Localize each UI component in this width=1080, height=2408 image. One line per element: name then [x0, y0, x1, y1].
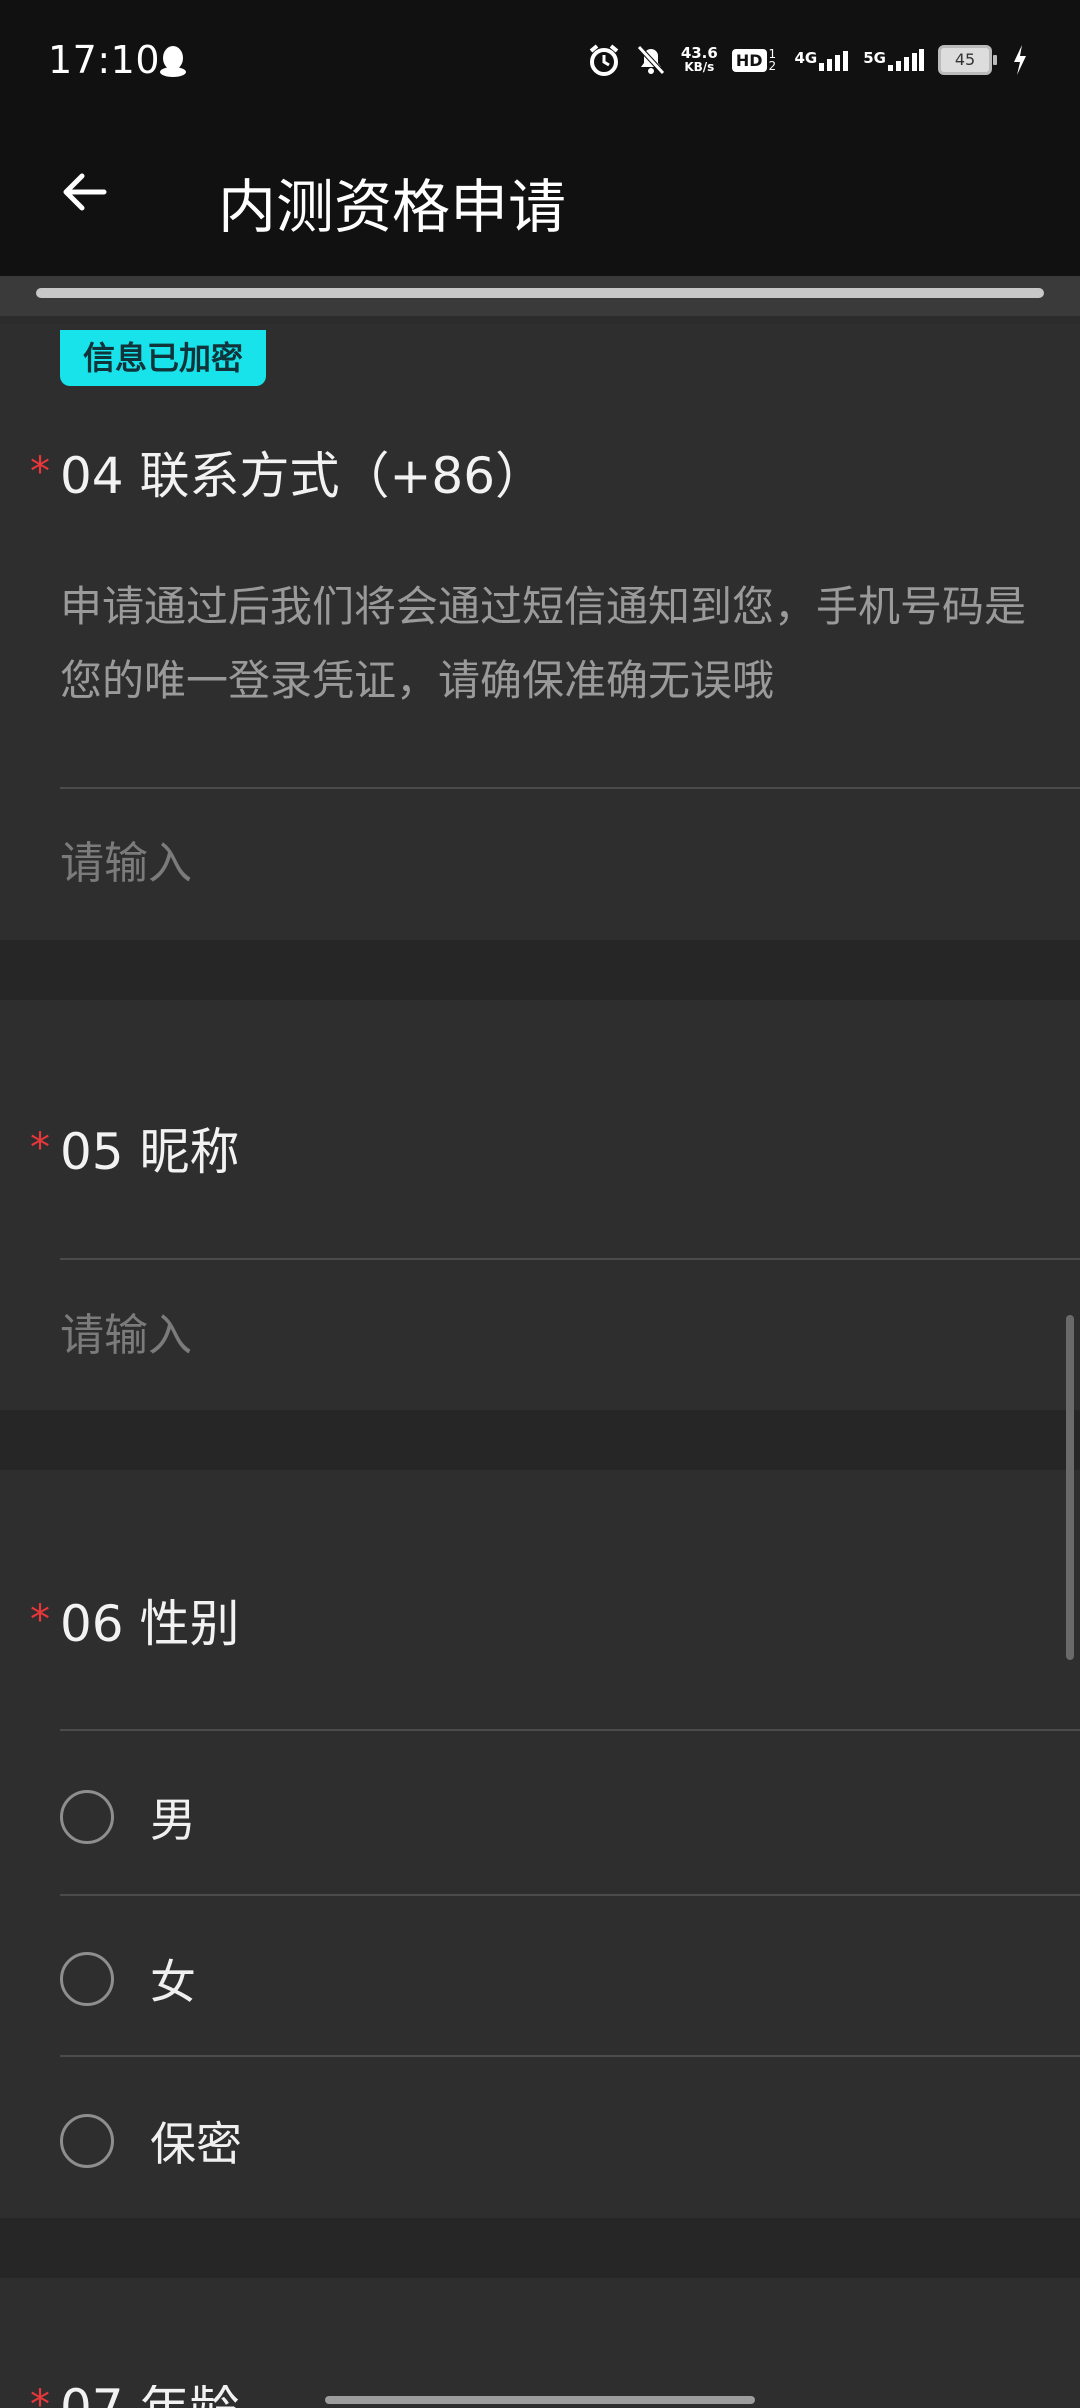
nickname-question: * 05 昵称 [20, 1112, 240, 1184]
radio-button[interactable] [60, 2114, 114, 2168]
option-label: 男 [150, 1793, 196, 1847]
bell-off-icon [636, 45, 665, 75]
radio-button[interactable] [60, 1952, 114, 2006]
section-gap [0, 940, 1080, 1000]
required-mark: * [30, 1597, 50, 1643]
qq-penguin-icon [160, 46, 186, 77]
app-bar: 内测资格申请 [0, 108, 1080, 276]
required-mark: * [30, 1125, 50, 1171]
scrollbar-thumb[interactable] [1066, 1315, 1074, 1660]
lightning-icon [1014, 45, 1026, 75]
contact-title: 04 联系方式（+86） [60, 447, 546, 505]
age-question: * 07 年龄 [20, 2385, 240, 2408]
section-gap [0, 2218, 1080, 2278]
phone-input[interactable] [60, 818, 1040, 908]
required-mark: * [30, 449, 50, 495]
divider [60, 1894, 1080, 1896]
encrypted-badge: 信息已加密 [60, 330, 266, 386]
divider [60, 787, 1080, 789]
status-icons: 43.6 KB/s HD 1 2 4G 5G 45 [587, 40, 1028, 80]
hd-badge: HD 1 2 [731, 48, 781, 72]
signal-5g: 5G [863, 49, 924, 71]
age-title: 07 年龄 [60, 2385, 240, 2408]
divider [60, 1729, 1080, 1731]
network-speed: 43.6 KB/s [680, 44, 718, 75]
home-indicator[interactable] [325, 2396, 755, 2404]
progress-track [0, 276, 1080, 316]
divider [60, 2055, 1080, 2057]
gender-option-male[interactable]: 男 [60, 1784, 196, 1850]
section-gap [0, 1410, 1080, 1470]
status-time: 17:10 [48, 38, 161, 82]
option-label: 保密 [150, 2117, 242, 2171]
signal-bars-icon [819, 51, 849, 71]
status-bar: 17:10 43.6 KB/s HD 1 2 4G 5G 45 [0, 0, 1080, 108]
signal-bars-icon [888, 49, 924, 71]
signal-4g: 4G [795, 49, 850, 71]
nickname-input[interactable] [60, 1290, 1040, 1380]
battery-indicator: 45 [938, 45, 997, 75]
nickname-title: 05 昵称 [60, 1123, 240, 1181]
gender-title: 06 性别 [60, 1595, 240, 1653]
gender-option-secret[interactable]: 保密 [60, 2108, 242, 2174]
divider [60, 1258, 1080, 1260]
alarm-clock-icon [589, 44, 619, 76]
option-label: 女 [150, 1955, 196, 2009]
arrow-left-icon[interactable] [58, 166, 110, 218]
required-mark: * [30, 2385, 50, 2408]
page-title: 内测资格申请 [218, 173, 567, 241]
radio-button[interactable] [60, 1790, 114, 1844]
progress-bar [36, 288, 1044, 298]
gender-option-female[interactable]: 女 [60, 1946, 196, 2012]
gender-question: * 06 性别 [20, 1584, 240, 1656]
contact-question: * 04 联系方式（+86） [20, 436, 545, 508]
contact-description: 申请通过后我们将会通过短信通知到您，手机号码是您的唯一登录凭证，请确保准确无误哦 [60, 582, 1027, 705]
